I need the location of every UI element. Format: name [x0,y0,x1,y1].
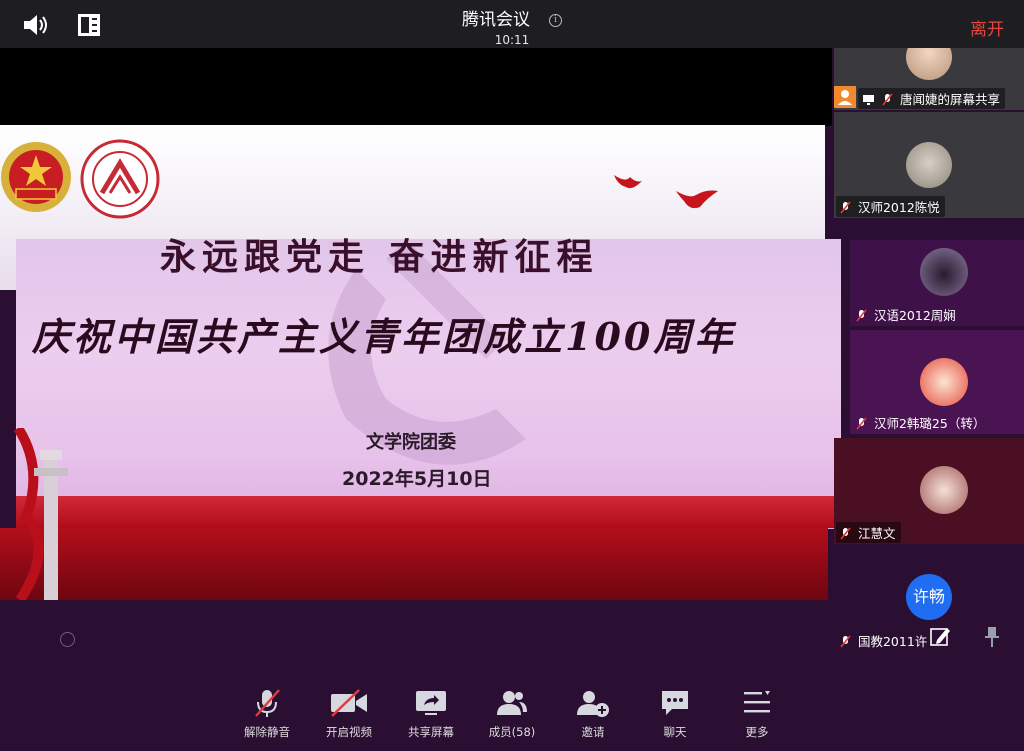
bottom-toolbar: 解除静音 开启视频 共享屏幕 成员(58) 邀请 聊天 更多 [0,670,1024,751]
invite-button[interactable]: 邀请 [558,688,628,740]
participant-name: 汉师2韩璐25（转） [873,416,986,431]
chat-icon [662,691,688,715]
doves-icon [614,175,718,209]
avatar [906,142,952,188]
shared-screen: 永远跟党走 奋进新征程 庆祝中国共产主义青年团成立100周年 文学院团委 202… [0,48,841,600]
screen-share-icon [863,95,874,105]
participant-tile[interactable]: 唐闻婕的屏幕共享 [834,48,1024,110]
pin-icon[interactable] [984,626,1000,648]
share-screen-icon [416,691,446,715]
mic-muted-icon [255,689,280,717]
meeting-clock: 10:11 [494,33,530,47]
slide-organizer: 文学院团委 [366,432,456,453]
participant-tile[interactable]: 汉语2012周娴 [850,240,1024,326]
invite-icon [577,691,609,717]
top-bar: 腾讯会议 i 10:11 离开 [0,0,1024,48]
mic-muted-icon [856,417,867,430]
youth-league-emblem-icon [1,142,71,212]
participant-name: 唐闻婕的屏幕共享 [899,92,1000,107]
annotate-icon[interactable] [929,625,951,647]
slide-slogan-main: 庆祝中国共产主义青年团成立100周年 [32,314,736,359]
participant-name: 国教2011许 [857,634,928,649]
screen-share-tag-icon [834,86,856,108]
mic-muted-icon [856,309,867,322]
letterbox-band [0,48,832,126]
participant-name: 汉师2012陈悦 [857,200,940,215]
meeting-title-area: 腾讯会议 i 10:11 [0,5,1024,47]
avatar [920,466,968,514]
mic-muted-icon [840,201,851,214]
share-screen-button[interactable]: 共享屏幕 [396,688,466,740]
avatar: 许畅 [906,574,952,620]
more-button[interactable]: 更多 [722,688,792,740]
avatar [906,48,952,80]
slide-slogan-top: 永远跟党走 奋进新征程 [160,236,599,278]
participant-name: 江慧文 [857,526,896,541]
mic-muted-icon [840,527,851,540]
slide-date: 2022年5月10日 [342,468,492,490]
mic-muted-icon [882,93,893,106]
participant-name: 汉语2012周娴 [873,308,956,323]
start-video-button[interactable]: 开启视频 [314,688,384,740]
camera-off-icon [331,689,367,717]
meeting-title: 腾讯会议 [461,10,530,30]
participant-tile[interactable]: 汉师2012陈悦 [834,112,1024,218]
members-icon [497,691,527,715]
avatar [920,248,968,296]
participant-tile[interactable]: 江慧文 [834,438,1024,544]
chat-button[interactable]: 聊天 [640,688,710,740]
slide-red-ribbon [16,496,840,528]
huabiao-pillar-icon [14,428,68,600]
members-button[interactable]: 成员(58) [477,688,547,740]
avatar [920,358,968,406]
slide-red-band [0,528,828,600]
leave-button[interactable]: 离开 [970,15,1004,40]
speaker-status-icon [60,632,75,647]
mic-muted-icon [840,635,851,648]
unmute-button[interactable]: 解除静音 [232,688,302,740]
info-icon[interactable]: i [549,14,563,27]
university-seal-icon [80,139,160,219]
participant-tile[interactable]: 汉师2韩璐25（转） [850,330,1024,434]
more-icon [744,691,770,713]
